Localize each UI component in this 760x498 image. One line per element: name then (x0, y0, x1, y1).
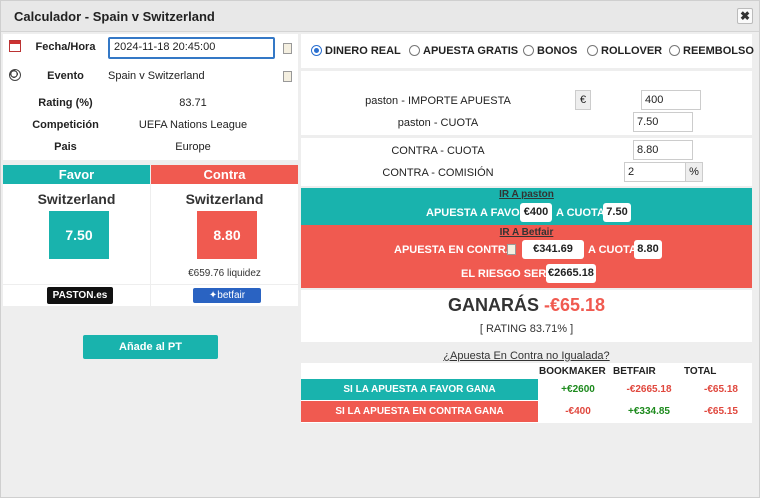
contra-instruction-box: IR A Betfair APUESTA EN CONTRA €341.69 A… (301, 225, 752, 288)
radio-reembolso[interactable]: REEMBOLSO (669, 45, 754, 57)
favor-team: Switzerland (37, 191, 116, 207)
evento-value: Spain v Switzerland (108, 70, 205, 82)
competicion-value: UEFA Nations League (138, 119, 248, 131)
result-panel: GANARÁS -€65.18 [ RATING 83.71% ] (301, 290, 752, 342)
apuesta-favor-amount: €400 (520, 203, 552, 222)
riesgo-text: EL RIESGO SERÁ (461, 268, 555, 280)
ganaras-label: GANARÁS (447, 295, 539, 315)
bookmaker-inputs-panel: paston - IMPORTE APUESTA € 400 paston - … (301, 71, 752, 135)
radio-label: ROLLOVER (601, 45, 663, 57)
competicion-row: Competición UEFA Nations League (3, 114, 298, 136)
apuesta-contra-text: APUESTA EN CONTRA (394, 244, 514, 256)
fecha-input[interactable]: 2024-11-18 20:45:00 (108, 37, 275, 59)
importe-label: paston - IMPORTE APUESTA (365, 95, 511, 107)
table-row: SI LA APUESTA EN CONTRA GANA -€400 +€334… (301, 401, 752, 422)
favor-instruction-box: IR A paston APUESTA A FAVOR €400 A CUOTA… (301, 188, 752, 225)
contra-team: Switzerland (185, 191, 264, 207)
ir-paston-link[interactable]: IR A paston (301, 189, 752, 200)
col-betfair: BETFAIR (613, 366, 656, 377)
contra-cuota-pill: 8.80 (634, 240, 662, 259)
copy-amount-icon[interactable] (507, 244, 516, 255)
row-label: SI LA APUESTA A FAVOR GANA (301, 379, 538, 400)
radio-dinero-real[interactable]: DINERO REAL (311, 45, 401, 57)
row-betfair: +€334.85 (628, 406, 670, 417)
comision-input[interactable]: 2 (624, 162, 686, 182)
contra-cuota-label: CONTRA - CUOTA (391, 145, 485, 157)
ganaras-line: GANARÁS -€65.18 (301, 295, 752, 316)
add-to-pt-button[interactable]: Añade al PT (83, 335, 218, 359)
copy-date-icon[interactable] (283, 43, 292, 54)
radio-bonos[interactable]: BONOS (523, 45, 577, 57)
favor-header: Favor (3, 165, 150, 184)
unmatched-bet-link[interactable]: ¿Apuesta En Contra no Igualada? (301, 350, 752, 362)
contra-cuota-input[interactable]: 8.80 (633, 140, 693, 160)
radio-rollover[interactable]: ROLLOVER (587, 45, 662, 57)
apuesta-favor-text: APUESTA A FAVOR (426, 207, 528, 219)
favor-odds: 7.50 (49, 211, 109, 259)
rating-row: Rating (%) 83.71 (3, 92, 298, 114)
a-cuota-text: A CUOTA (556, 207, 605, 219)
radio-icon[interactable] (587, 45, 598, 56)
row-total: -€65.18 (704, 384, 738, 395)
copy-event-icon[interactable] (283, 71, 292, 82)
radio-label: REEMBOLSO (683, 45, 754, 57)
paston-logo[interactable]: PASTON.es (47, 287, 113, 304)
riesgo-amount: €2665.18 (546, 264, 596, 283)
importe-input[interactable]: 400 (641, 90, 701, 110)
radio-icon[interactable] (523, 45, 534, 56)
contra-odds: 8.80 (197, 211, 257, 259)
fecha-row: Fecha/Hora 2024-11-18 20:45:00 (3, 36, 298, 59)
radio-icon[interactable] (409, 45, 420, 56)
outcome-table: BOOKMAKER BETFAIR TOTAL SI LA APUESTA A … (301, 363, 752, 423)
favor-cuota-pill: 7.50 (603, 203, 631, 222)
ganaras-value: -€65.18 (543, 295, 606, 315)
exchange-logo-cell: ✦betfair (151, 285, 298, 306)
betfair-logo[interactable]: ✦betfair (193, 288, 261, 303)
row-total: -€65.15 (704, 406, 738, 417)
radio-selected-icon[interactable] (311, 45, 322, 56)
close-icon[interactable]: ✖ (737, 8, 753, 24)
bet-type-selector: DINERO REAL APUESTA GRATIS BONOS ROLLOVE… (301, 34, 754, 68)
pais-value: Europe (175, 141, 211, 153)
title-bar: Calculador - Spain v Switzerland ✖ (1, 1, 759, 32)
row-bookmaker: +€2600 (561, 384, 595, 395)
radio-apuesta-gratis[interactable]: APUESTA GRATIS (409, 45, 518, 57)
col-bookmaker: BOOKMAKER (539, 366, 606, 377)
ir-betfair-link[interactable]: IR A Betfair (301, 227, 752, 238)
radio-label: DINERO REAL (325, 45, 401, 57)
event-info-panel: Fecha/Hora 2024-11-18 20:45:00 Evento Sp… (3, 34, 298, 160)
percent-addon: % (685, 162, 703, 182)
rating-text: [ RATING 83.71% ] (479, 323, 574, 335)
radio-icon[interactable] (669, 45, 680, 56)
cuota-input[interactable]: 7.50 (633, 112, 693, 132)
calculator-window: Calculador - Spain v Switzerland ✖ Fecha… (0, 0, 760, 498)
row-betfair: -€2665.18 (626, 384, 672, 395)
contra-header: Contra (151, 165, 298, 184)
cuota-label: paston - CUOTA (397, 117, 479, 129)
favor-panel: Switzerland 7.50 (3, 184, 150, 284)
radio-label: APUESTA GRATIS (423, 45, 519, 57)
bookmaker-logo-cell: PASTON.es (3, 285, 150, 306)
apuesta-contra-amount: €341.69 (522, 240, 584, 259)
evento-row: Evento Spain v Switzerland (3, 65, 298, 87)
rating-value: 83.71 (179, 97, 207, 109)
comision-label: CONTRA - COMISIÓN (382, 167, 494, 179)
row-label: SI LA APUESTA EN CONTRA GANA (301, 401, 538, 422)
contra-panel: Switzerland 8.80 €659.76 liquidez (151, 184, 298, 284)
col-total: TOTAL (684, 366, 717, 377)
table-row: SI LA APUESTA A FAVOR GANA +€2600 -€2665… (301, 379, 752, 400)
euro-addon: € (575, 90, 591, 110)
contra-liquidity: €659.76 liquidez (188, 268, 261, 279)
contra-a-cuota-text: A CUOTA (588, 244, 637, 256)
row-bookmaker: -€400 (565, 406, 591, 417)
exchange-inputs-panel: CONTRA - CUOTA 8.80 CONTRA - COMISIÓN 2 … (301, 138, 752, 186)
pais-row: Pais Europe (3, 136, 298, 158)
window-title: Calculador - Spain v Switzerland (14, 9, 215, 24)
radio-label: BONOS (537, 45, 578, 57)
